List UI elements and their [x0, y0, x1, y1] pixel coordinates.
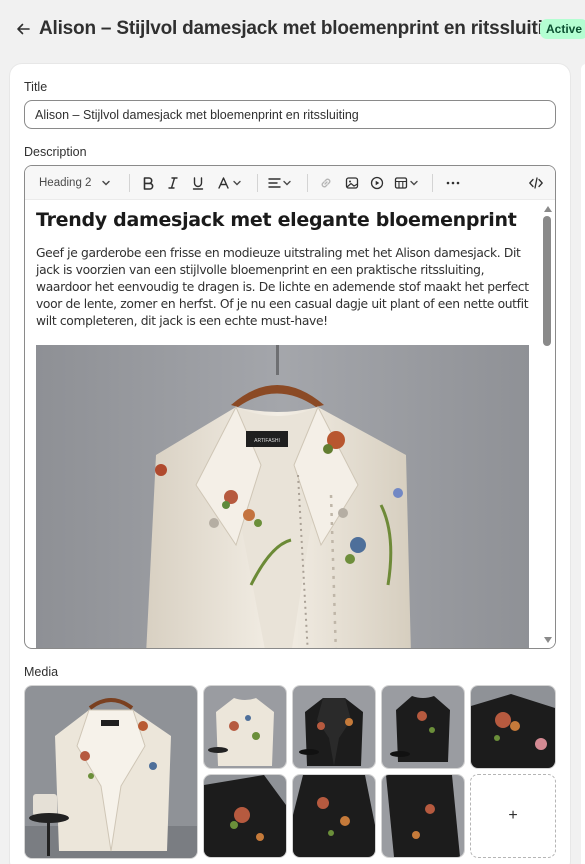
description-paragraph: Geef je garderobe een frisse en modieuze…: [36, 246, 529, 328]
bold-button[interactable]: [137, 173, 159, 193]
triangle-up-icon: [543, 205, 552, 212]
media-black-jacket-front[interactable]: [292, 685, 376, 769]
bold-icon: [143, 177, 154, 190]
media-main-white-jacket[interactable]: [24, 685, 198, 859]
media-grid: +: [24, 685, 556, 860]
heading-select[interactable]: Heading 2: [33, 173, 119, 193]
media-label: Media: [24, 665, 59, 679]
title-label: Title: [24, 80, 48, 94]
media-black-sleeve-detail[interactable]: [203, 774, 287, 858]
video-icon: [370, 176, 384, 190]
italic-icon: [168, 177, 178, 189]
chevron-down-icon: [102, 180, 111, 186]
arrow-left-icon: [17, 23, 30, 35]
description-heading: Trendy damesjack met elegante bloemenpri…: [36, 209, 517, 231]
align-icon: [268, 178, 291, 188]
back-button[interactable]: [12, 18, 34, 40]
toolbar-divider: [307, 174, 308, 192]
rich-text-editor: Heading 2 Trendy damesjack met elegante …: [24, 165, 556, 649]
editor-toolbar: Heading 2: [25, 166, 555, 200]
scroll-up-arrow[interactable]: [543, 204, 552, 213]
description-image: ARTIFASHI: [36, 345, 529, 648]
text-color-icon: [218, 177, 241, 189]
add-media-label: +: [508, 807, 518, 824]
triangle-down-icon: [543, 636, 552, 643]
link-icon: [321, 178, 331, 188]
link-button[interactable]: [315, 173, 337, 193]
side-panel-edge: [581, 64, 585, 864]
add-media-button[interactable]: +: [470, 774, 556, 858]
toolbar-divider: [129, 174, 130, 192]
scroll-thumb[interactable]: [543, 216, 551, 346]
editor-content[interactable]: Trendy damesjack met elegante bloemenpri…: [25, 200, 539, 648]
media-white-jacket-back[interactable]: [203, 685, 287, 769]
heading-select-value: Heading 2: [39, 177, 92, 189]
media-black-jacket-open[interactable]: [381, 685, 465, 769]
media-black-jacket-closeup[interactable]: [292, 774, 376, 858]
text-color-button[interactable]: [215, 173, 247, 193]
status-badge: Active: [540, 19, 585, 39]
media-black-jacket-detail[interactable]: [470, 685, 556, 769]
code-icon: [529, 177, 543, 189]
more-button[interactable]: [441, 173, 465, 193]
video-button[interactable]: [366, 173, 388, 193]
more-icon: [446, 181, 460, 185]
image-icon: [345, 177, 359, 189]
underline-icon: [192, 177, 204, 190]
scroll-down-arrow[interactable]: [543, 635, 552, 644]
underline-button[interactable]: [187, 173, 209, 193]
title-input[interactable]: [24, 100, 556, 129]
media-black-jacket-side[interactable]: [381, 774, 465, 858]
toolbar-divider: [432, 174, 433, 192]
image-button[interactable]: [341, 173, 363, 193]
description-label: Description: [24, 145, 87, 159]
table-icon: [394, 177, 418, 189]
editor-scrollbar[interactable]: [540, 200, 555, 648]
code-view-button[interactable]: [525, 173, 547, 193]
table-button[interactable]: [393, 173, 423, 193]
align-button[interactable]: [265, 173, 297, 193]
jacket-brand-label: ARTIFASHI: [254, 438, 280, 444]
toolbar-divider: [257, 174, 258, 192]
page-header: Alison – Stijlvol damesjack met bloemenp…: [0, 0, 585, 60]
page-title: Alison – Stijlvol damesjack met bloemenp…: [39, 18, 566, 39]
italic-button[interactable]: [162, 173, 184, 193]
